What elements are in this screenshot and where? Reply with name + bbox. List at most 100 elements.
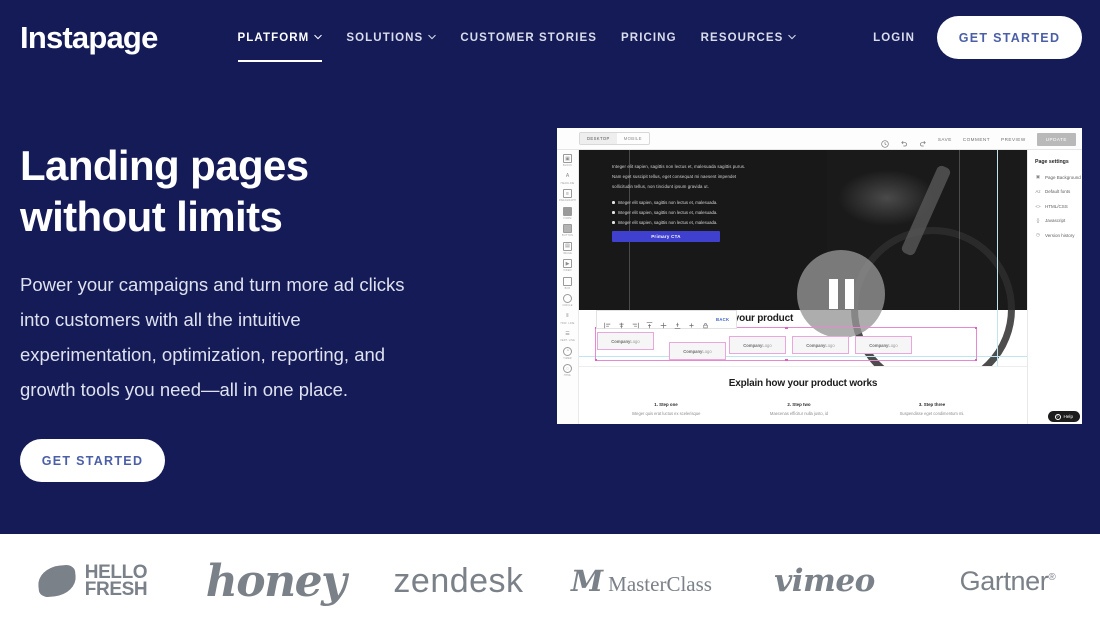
- panel-item-page-background[interactable]: ▣ Page Background: [1035, 174, 1082, 180]
- redo-icon[interactable]: [919, 135, 927, 147]
- rail-item-paragraph[interactable]: ≡ PARAGRAPH: [559, 189, 576, 202]
- rail-item-headline[interactable]: A HEADLINE: [561, 172, 575, 185]
- update-button[interactable]: UPDATE: [1036, 132, 1076, 146]
- company-logo-placeholder[interactable]: CompanyLogo: [855, 336, 912, 354]
- panel-item-html-css[interactable]: <> HTML/CSS: [1035, 203, 1082, 209]
- lock-icon[interactable]: [702, 316, 709, 329]
- company-logo-placeholder[interactable]: CompanyLogo: [792, 336, 849, 354]
- lemon-icon: [36, 564, 78, 598]
- panel-item-version-history[interactable]: ◷ Version history: [1035, 232, 1082, 238]
- bullet-dot-icon: [612, 201, 615, 204]
- resize-handle[interactable]: [974, 358, 978, 362]
- panel-item-label: Default fonts: [1045, 189, 1071, 194]
- video-pause-button[interactable]: [797, 250, 885, 338]
- undo-icon[interactable]: [900, 135, 908, 147]
- company-logo-placeholder[interactable]: CompanyLogo: [597, 332, 654, 350]
- vertical-line-icon: ☰: [565, 330, 570, 337]
- nav-actions: LOGIN GET STARTED: [873, 0, 1082, 75]
- customer-logo-strip: HELLO FRESH honey zendesk M MasterClass …: [0, 534, 1100, 628]
- align-right-icon[interactable]: [632, 316, 639, 329]
- rail-item-form[interactable]: FORM: [563, 206, 572, 220]
- panel-item-javascript[interactable]: {} Javascript: [1035, 218, 1082, 224]
- device-toggle[interactable]: DESKTOP MOBILE: [579, 132, 650, 145]
- rail-item-image[interactable]: ▤ IMAGE: [563, 241, 572, 255]
- rail-item-video[interactable]: ▶ VIDEO: [563, 259, 572, 272]
- block-icon: ▣: [562, 154, 572, 163]
- step-desc: Suspendisse eget condimentum mi.: [899, 411, 965, 416]
- align-bottom-icon[interactable]: [674, 316, 681, 329]
- rail-item-html[interactable]: ◌ HTML: [563, 364, 572, 377]
- nav-get-started-button[interactable]: GET STARTED: [937, 16, 1082, 59]
- element-toolbar[interactable]: BACK: [596, 310, 738, 329]
- logo-light: Logo: [702, 348, 712, 354]
- code-icon: <>: [1035, 203, 1041, 209]
- page-title: Landing pages without limits: [20, 142, 309, 240]
- history-icon[interactable]: [881, 135, 889, 148]
- rail-item-hor-line[interactable]: ⫴ HOR. LINE: [561, 312, 575, 325]
- canvas-primary-cta[interactable]: Primary CTA: [612, 231, 720, 242]
- circle-icon: [562, 294, 572, 303]
- align-left-icon[interactable]: [604, 316, 611, 329]
- canvas-guide-right: [959, 150, 960, 310]
- nav-item-platform[interactable]: PLATFORM: [237, 28, 323, 62]
- login-link[interactable]: LOGIN: [873, 32, 915, 44]
- preview-button[interactable]: PREVIEW: [1001, 137, 1026, 142]
- canvas-paragraph-line: Nam eget suscipit tellus, eget consequat…: [612, 174, 737, 179]
- nav-item-pricing[interactable]: PRICING: [621, 28, 677, 48]
- gartner-wordmark: Gartner: [959, 565, 1049, 596]
- panel-item-label: HTML/CSS: [1045, 203, 1068, 209]
- resize-handle[interactable]: [785, 358, 788, 362]
- logo-masterclass: M MasterClass: [550, 564, 733, 598]
- timer-icon: ◔: [563, 346, 572, 356]
- nav-item-solutions[interactable]: SOLUTIONS: [346, 28, 437, 48]
- resize-handle[interactable]: [785, 326, 788, 330]
- canvas-bullet: Integer elit sapien, sagittis non lectus…: [612, 200, 717, 205]
- rail-item-box[interactable]: BOX: [563, 276, 572, 290]
- comment-button[interactable]: COMMENT: [963, 137, 990, 142]
- brand-logo[interactable]: Instapage: [20, 20, 158, 56]
- nav-item-customer-stories[interactable]: CUSTOMER STORIES: [460, 28, 597, 48]
- logo-strong: Company: [869, 342, 889, 348]
- rail-item-circle[interactable]: CIRCLE: [562, 294, 572, 307]
- logo-strong: Company: [683, 348, 703, 354]
- device-tab-mobile[interactable]: MOBILE: [617, 133, 649, 144]
- company-logo-placeholder[interactable]: CompanyLogo: [669, 342, 726, 360]
- rail-item-label: BUTTON: [561, 234, 574, 237]
- company-logo-placeholder[interactable]: CompanyLogo: [729, 336, 786, 354]
- step-title: 1. Step one: [654, 402, 678, 407]
- pause-bar-icon: [828, 279, 838, 309]
- rail-item-label: CIRCLE: [562, 304, 573, 307]
- help-button[interactable]: ? Help: [1047, 411, 1080, 422]
- rail-item-label: BLOCK: [562, 164, 573, 167]
- align-center-icon[interactable]: [618, 316, 625, 329]
- resize-handle[interactable]: [594, 358, 598, 362]
- nav-item-label: SOLUTIONS: [346, 31, 424, 44]
- canvas-steps-section: Explain how your product works 1. Step o…: [579, 366, 1027, 424]
- align-top-icon[interactable]: [646, 316, 653, 329]
- save-button[interactable]: SAVE: [938, 137, 952, 142]
- rail-item-vert-line[interactable]: ☰ VERT. LINE: [560, 329, 575, 343]
- panel-item-default-fonts[interactable]: Az Default fonts: [1035, 189, 1082, 195]
- vimeo-wordmark: vimeo: [774, 563, 875, 599]
- logo-strong: Company: [806, 342, 826, 348]
- logo-light: Logo: [888, 342, 898, 348]
- step-item: 3. Step three Suspendisse eget condiment…: [867, 402, 997, 416]
- rail-item-block[interactable]: ▣ BLOCK: [563, 154, 572, 167]
- align-middle-icon[interactable]: [660, 316, 667, 329]
- hero-get-started-button[interactable]: GET STARTED: [20, 439, 165, 482]
- toolbar-back-button[interactable]: BACK: [716, 317, 729, 322]
- logo-hellofresh: HELLO FRESH: [1, 563, 184, 600]
- hellofresh-line2: FRESH: [84, 579, 148, 600]
- editor-canvas[interactable]: Integer elit sapien, sagittis non lectus…: [579, 150, 1027, 424]
- rail-item-button[interactable]: BUTTON: [562, 224, 573, 237]
- form-icon: [563, 206, 572, 216]
- canvas-bullet-label: Integer elit sapien, sagittis non lectus…: [617, 220, 718, 225]
- device-tab-desktop[interactable]: DESKTOP: [580, 133, 617, 144]
- font-icon: Az: [1035, 189, 1041, 194]
- distribute-icon[interactable]: [688, 316, 695, 328]
- registered-trademark-icon: ®: [1048, 571, 1056, 583]
- nav-item-resources[interactable]: RESOURCES: [701, 28, 797, 48]
- resize-handle[interactable]: [974, 326, 978, 330]
- rail-item-timer[interactable]: ◔ TIMER: [563, 346, 572, 360]
- chevron-down-icon: [788, 33, 797, 41]
